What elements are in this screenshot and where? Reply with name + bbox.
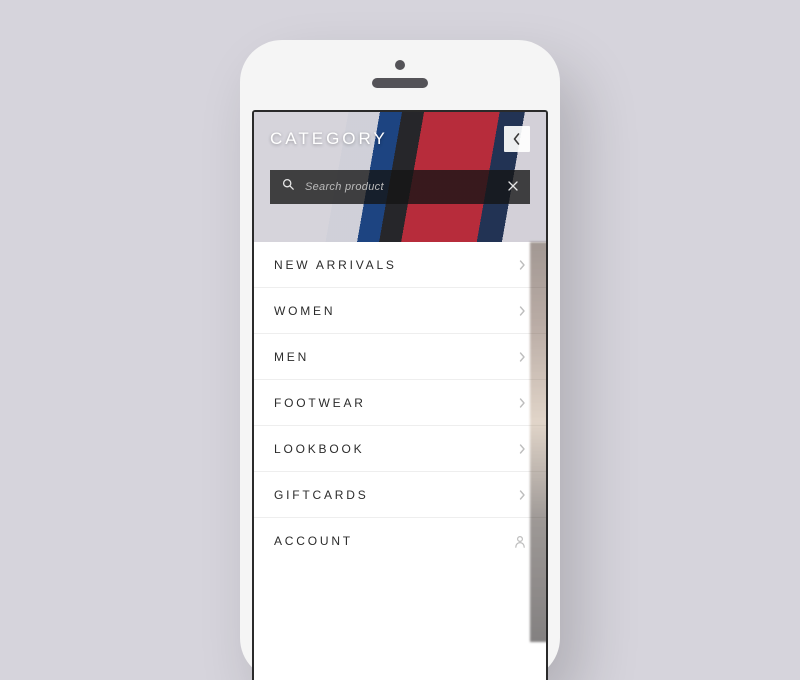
menu-item-label: NEW ARRIVALS: [274, 258, 397, 272]
chevron-right-icon: [519, 260, 526, 270]
search-icon: [282, 178, 295, 196]
menu-item-giftcards[interactable]: GIFTCARDS: [254, 472, 546, 518]
header: CATEGORY: [254, 112, 546, 242]
header-top-row: CATEGORY: [270, 126, 530, 152]
menu-item-footwear[interactable]: FOOTWEAR: [254, 380, 546, 426]
chevron-left-icon: [512, 133, 522, 145]
search-input[interactable]: [305, 181, 498, 193]
page-title: CATEGORY: [270, 129, 388, 149]
screen: CATEGORY: [252, 110, 548, 680]
clear-search-button[interactable]: [508, 178, 518, 196]
phone-camera: [395, 60, 405, 70]
menu-item-women[interactable]: WOMEN: [254, 288, 546, 334]
menu-item-label: GIFTCARDS: [274, 488, 369, 502]
chevron-right-icon: [519, 306, 526, 316]
phone-speaker: [372, 78, 428, 88]
menu-item-new-arrivals[interactable]: NEW ARRIVALS: [254, 242, 546, 288]
chevron-right-icon: [519, 490, 526, 500]
menu-item-label: ACCOUNT: [274, 534, 353, 548]
chevron-right-icon: [519, 398, 526, 408]
menu-item-label: FOOTWEAR: [274, 396, 366, 410]
phone-frame: CATEGORY: [240, 40, 560, 680]
category-menu: NEW ARRIVALS WOMEN MEN FOOTWEAR: [254, 242, 546, 680]
menu-item-lookbook[interactable]: LOOKBOOK: [254, 426, 546, 472]
user-icon: [514, 535, 526, 548]
menu-item-account[interactable]: ACCOUNT: [254, 518, 546, 563]
back-button[interactable]: [504, 126, 530, 152]
menu-item-men[interactable]: MEN: [254, 334, 546, 380]
search-bar[interactable]: [270, 170, 530, 204]
close-icon: [508, 178, 518, 195]
menu-item-label: WOMEN: [274, 304, 335, 318]
menu-item-label: LOOKBOOK: [274, 442, 364, 456]
chevron-right-icon: [519, 352, 526, 362]
menu-item-label: MEN: [274, 350, 309, 364]
chevron-right-icon: [519, 444, 526, 454]
